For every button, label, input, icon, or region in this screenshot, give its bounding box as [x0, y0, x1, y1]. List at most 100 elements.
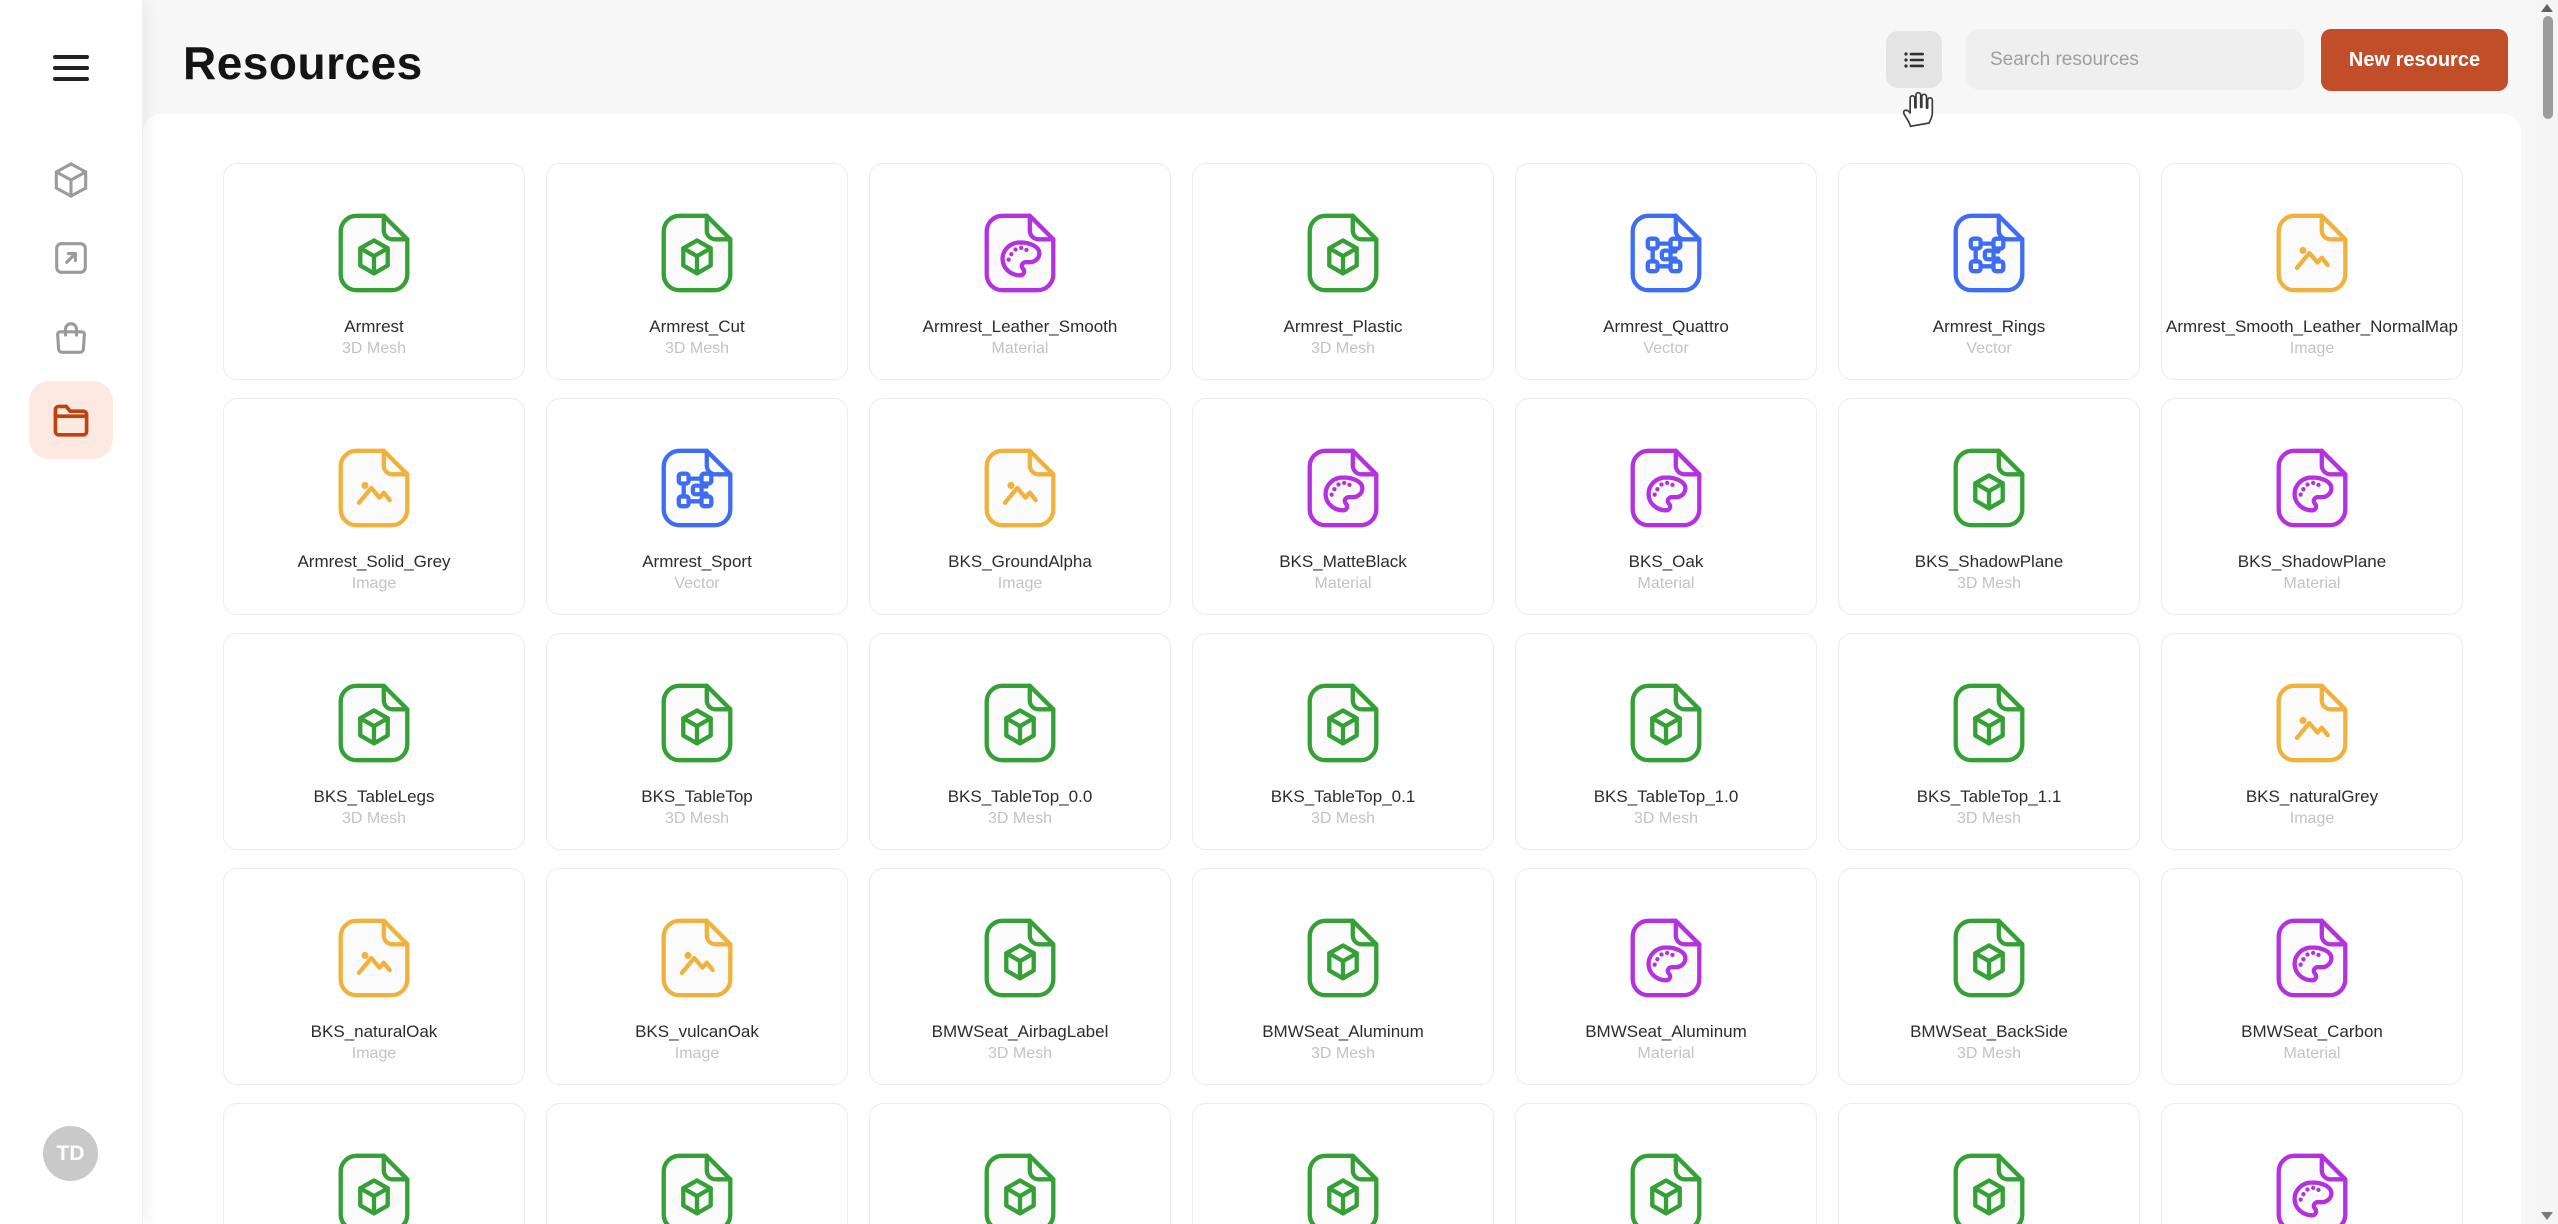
new-resource-button[interactable]: New resource	[2321, 29, 2508, 91]
file-vector-icon	[650, 441, 744, 535]
resource-name: Armrest_Solid_Grey	[297, 552, 451, 571]
resource-card[interactable]: BMWSeat_Aluminum Material	[1515, 868, 1817, 1085]
file-mesh-icon	[1619, 676, 1713, 770]
resource-card[interactable]: Armrest 3D Mesh	[223, 163, 525, 380]
resource-type: 3D Mesh	[1956, 810, 2022, 827]
resource-name: BKS_TableLegs	[313, 787, 435, 806]
resource-card[interactable]: BMWSeat_BackSide 3D Mesh	[1838, 868, 2140, 1085]
resource-card[interactable]: Armrest_Rings Vector	[1838, 163, 2140, 380]
file-image-icon	[2265, 676, 2359, 770]
list-view-toggle-button[interactable]	[1886, 31, 1942, 88]
file-mesh-icon	[327, 1146, 421, 1224]
resource-card[interactable]: BKS_vulcanOak Image	[546, 868, 848, 1085]
resource-card[interactable]: BMWSeat_Aluminum 3D Mesh	[1192, 868, 1494, 1085]
resource-card[interactable]: Armrest_Sport Vector	[546, 398, 848, 615]
scrollbar-up-arrow-icon[interactable]	[2541, 4, 2553, 12]
resource-name: BKS_TableTop	[641, 787, 753, 806]
user-avatar[interactable]: TD	[43, 1126, 98, 1181]
file-image-icon	[650, 911, 744, 1005]
resource-card[interactable]: BKS_ShadowPlane Material	[2161, 398, 2463, 615]
resource-type: Material	[991, 340, 1049, 357]
resource-card[interactable]: Armrest_Cut 3D Mesh	[546, 163, 848, 380]
sidebar-item-models[interactable]	[29, 141, 113, 219]
resource-type: 3D Mesh	[1956, 1045, 2022, 1062]
resource-card[interactable]: BMWSeat_AirbagLabel 3D Mesh	[869, 868, 1171, 1085]
resource-name: BMWSeat_Aluminum	[1262, 1022, 1424, 1041]
resource-name: BMWSeat_BackSide	[1910, 1022, 2068, 1041]
page-title: Resources	[183, 37, 423, 89]
sidebar-item-shop[interactable]	[29, 299, 113, 377]
resource-card[interactable]: BKS_Oak Material	[1515, 398, 1817, 615]
resource-card[interactable]: BKS_naturalGrey Image	[2161, 633, 2463, 850]
file-image-icon	[327, 441, 421, 535]
sidebar: TD	[0, 0, 142, 1224]
scrollbar-down-arrow-icon[interactable]	[2541, 1212, 2553, 1220]
resource-card[interactable]: BKS_TableTop_1.1 3D Mesh	[1838, 633, 2140, 850]
resource-card[interactable]: BKS_TableTop_1.0 3D Mesh	[1515, 633, 1817, 850]
file-mesh-icon	[1942, 676, 2036, 770]
list-view-icon	[1904, 51, 1924, 68]
hamburger-menu-icon[interactable]	[53, 55, 89, 81]
resource-card[interactable]: BKS_MatteBlack Material	[1192, 398, 1494, 615]
resource-card[interactable]	[869, 1103, 1171, 1224]
resource-name: BMWSeat_AirbagLabel	[931, 1022, 1109, 1041]
file-mesh-icon	[1942, 911, 2036, 1005]
resource-name: Armrest_Quattro	[1603, 317, 1729, 336]
resource-type: 3D Mesh	[1310, 1045, 1376, 1062]
cube-icon	[54, 162, 88, 198]
file-mesh-icon	[327, 206, 421, 300]
resource-card[interactable]: BKS_TableTop_0.1 3D Mesh	[1192, 633, 1494, 850]
file-material-icon	[2265, 911, 2359, 1005]
file-vector-icon	[1619, 206, 1713, 300]
resource-type: Image	[2289, 340, 2335, 357]
resource-card[interactable]	[1838, 1103, 2140, 1224]
resource-card[interactable]: Armrest_Solid_Grey Image	[223, 398, 525, 615]
file-mesh-icon	[1942, 1146, 2036, 1224]
resource-card[interactable]: BKS_TableTop 3D Mesh	[546, 633, 848, 850]
resource-name: BKS_Oak	[1628, 552, 1704, 571]
resource-type: Material	[1314, 575, 1372, 592]
resource-type: 3D Mesh	[1956, 575, 2022, 592]
resource-type: 3D Mesh	[664, 340, 730, 357]
file-mesh-icon	[327, 676, 421, 770]
resource-card[interactable]: BKS_TableLegs 3D Mesh	[223, 633, 525, 850]
resource-card[interactable]: BKS_GroundAlpha Image	[869, 398, 1171, 615]
resource-name: BKS_vulcanOak	[635, 1022, 759, 1041]
resource-card[interactable]: Armrest_Leather_Smooth Material	[869, 163, 1171, 380]
file-material-icon	[1296, 441, 1390, 535]
resource-card[interactable]: BKS_TableTop_0.0 3D Mesh	[869, 633, 1171, 850]
vertical-scrollbar[interactable]	[2536, 0, 2558, 1224]
file-mesh-icon	[650, 1146, 744, 1224]
resource-card[interactable]: Armrest_Smooth_Leather_NormalMap Image	[2161, 163, 2463, 380]
resource-card[interactable]: Armrest_Quattro Vector	[1515, 163, 1817, 380]
resource-name: Armrest	[344, 317, 404, 336]
resource-card[interactable]	[546, 1103, 848, 1224]
resource-type: 3D Mesh	[664, 810, 730, 827]
resource-card[interactable]: BMWSeat_Carbon Material	[2161, 868, 2463, 1085]
resource-name: BKS_GroundAlpha	[948, 552, 1092, 571]
resource-name: Armrest_Cut	[649, 317, 745, 336]
scrollbar-thumb[interactable]	[2543, 16, 2553, 119]
sidebar-item-resources[interactable]	[29, 381, 113, 459]
resource-card[interactable]	[2161, 1103, 2463, 1224]
file-material-icon	[1619, 911, 1713, 1005]
resource-card[interactable]	[1515, 1103, 1817, 1224]
resource-card[interactable]: BKS_ShadowPlane 3D Mesh	[1838, 398, 2140, 615]
resource-name: BKS_TableTop_1.1	[1916, 787, 2062, 806]
resource-type: Material	[1637, 575, 1695, 592]
search-input[interactable]	[1966, 29, 2304, 90]
sidebar-item-publish[interactable]	[29, 219, 113, 297]
resource-type: Image	[674, 1045, 720, 1062]
file-mesh-icon	[973, 911, 1067, 1005]
resource-card[interactable]	[1192, 1103, 1494, 1224]
file-mesh-icon	[650, 676, 744, 770]
resource-card[interactable]: Armrest_Plastic 3D Mesh	[1192, 163, 1494, 380]
resource-name: BKS_TableTop_0.1	[1270, 787, 1416, 806]
resource-card[interactable]	[223, 1103, 525, 1224]
file-mesh-icon	[1296, 676, 1390, 770]
resource-card[interactable]: BKS_naturalOak Image	[223, 868, 525, 1085]
file-image-icon	[973, 441, 1067, 535]
resource-name: BMWSeat_Aluminum	[1585, 1022, 1747, 1041]
file-mesh-icon	[973, 1146, 1067, 1224]
resource-type: Vector	[1966, 340, 2012, 357]
